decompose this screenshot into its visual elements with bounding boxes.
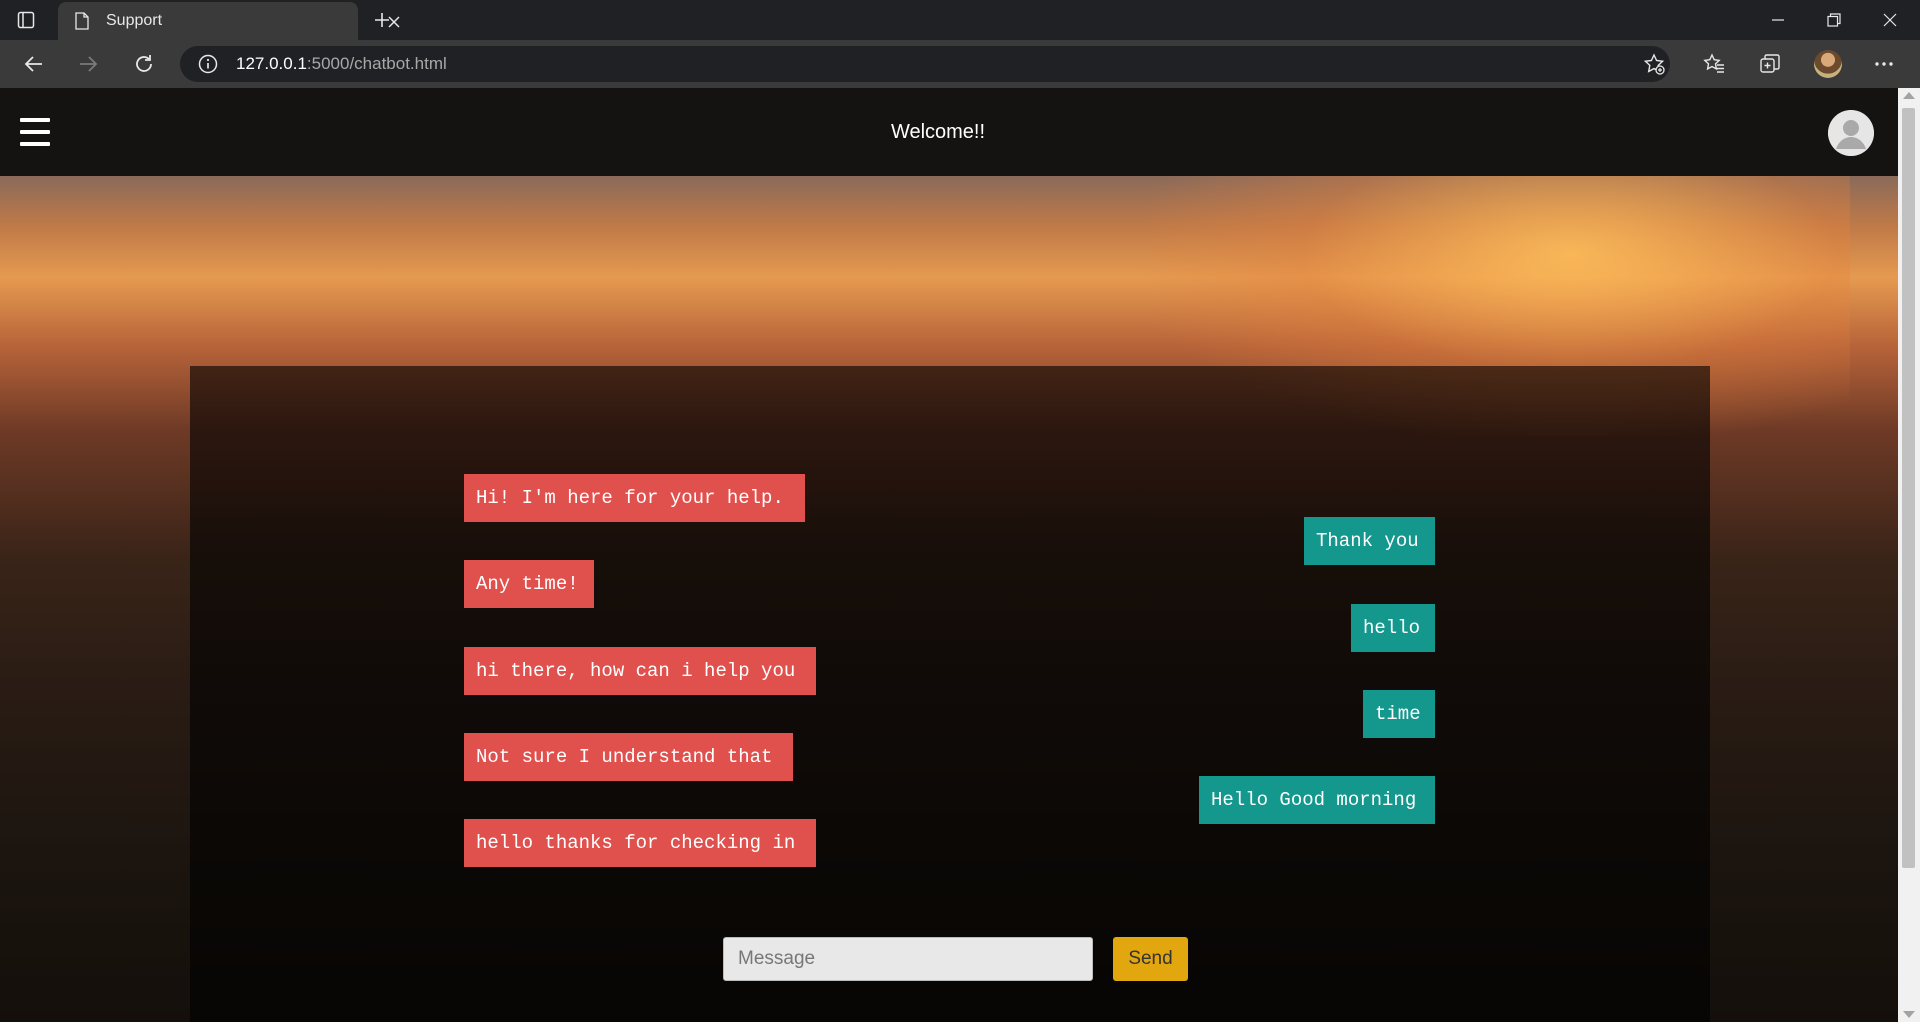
- user-avatar-icon[interactable]: [1828, 110, 1874, 156]
- navbar-title: Welcome!!: [890, 121, 986, 143]
- user-message: Hello Good morning: [1199, 776, 1435, 824]
- new-tab-icon[interactable]: [370, 8, 394, 32]
- browser-tab[interactable]: Support: [58, 2, 400, 40]
- bot-message: Not sure I understand that: [464, 733, 793, 781]
- profile-avatar[interactable]: [1812, 48, 1844, 80]
- browser-toolbar: 127.0.0.1:5000/chatbot.html: [0, 40, 1920, 88]
- tab-actions-icon[interactable]: [14, 8, 38, 32]
- user-message: Thank you: [1304, 517, 1435, 565]
- user-message: time: [1363, 690, 1435, 738]
- bot-message: Any time!: [464, 560, 594, 608]
- minimize-icon[interactable]: [1750, 0, 1806, 40]
- more-options-icon[interactable]: [1868, 48, 1900, 80]
- chat-panel: [190, 366, 1710, 1022]
- collections-icon[interactable]: [1754, 48, 1786, 80]
- message-input[interactable]: [723, 937, 1093, 981]
- back-arrow-icon[interactable]: [18, 48, 50, 80]
- browser-tab-bar: Support: [0, 0, 1920, 40]
- bot-message: hello thanks for checking in: [464, 819, 816, 867]
- url-host: 127.0.0.1: [236, 54, 307, 73]
- url-text[interactable]: 127.0.0.1:5000/chatbot.html: [236, 54, 447, 74]
- send-button[interactable]: Send: [1113, 937, 1188, 981]
- add-favorite-icon[interactable]: [1643, 53, 1665, 75]
- bot-message: Hi! I'm here for your help.: [464, 474, 805, 522]
- bot-message: hi there, how can i help you: [464, 647, 816, 695]
- tab-title: Support: [106, 12, 163, 29]
- scroll-up-arrow-icon[interactable]: [1903, 92, 1915, 99]
- user-message: hello: [1351, 604, 1435, 652]
- page-scrollbar[interactable]: [1898, 88, 1920, 1022]
- site-navbar: Welcome!!: [0, 88, 1898, 176]
- close-window-icon[interactable]: [1862, 0, 1918, 40]
- favorites-icon[interactable]: [1698, 48, 1730, 80]
- restore-icon[interactable]: [1806, 0, 1862, 40]
- scroll-thumb[interactable]: [1902, 108, 1915, 868]
- info-icon[interactable]: [198, 54, 218, 74]
- page-icon: [75, 12, 89, 30]
- page-content: Welcome!! Hi! I'm here for your help. An…: [0, 88, 1898, 1022]
- url-path: :5000/chatbot.html: [306, 54, 447, 73]
- forward-arrow-icon[interactable]: [72, 48, 104, 80]
- scroll-down-arrow-icon[interactable]: [1903, 1011, 1915, 1018]
- refresh-icon[interactable]: [128, 48, 160, 80]
- address-bar[interactable]: 127.0.0.1:5000/chatbot.html: [180, 46, 1670, 82]
